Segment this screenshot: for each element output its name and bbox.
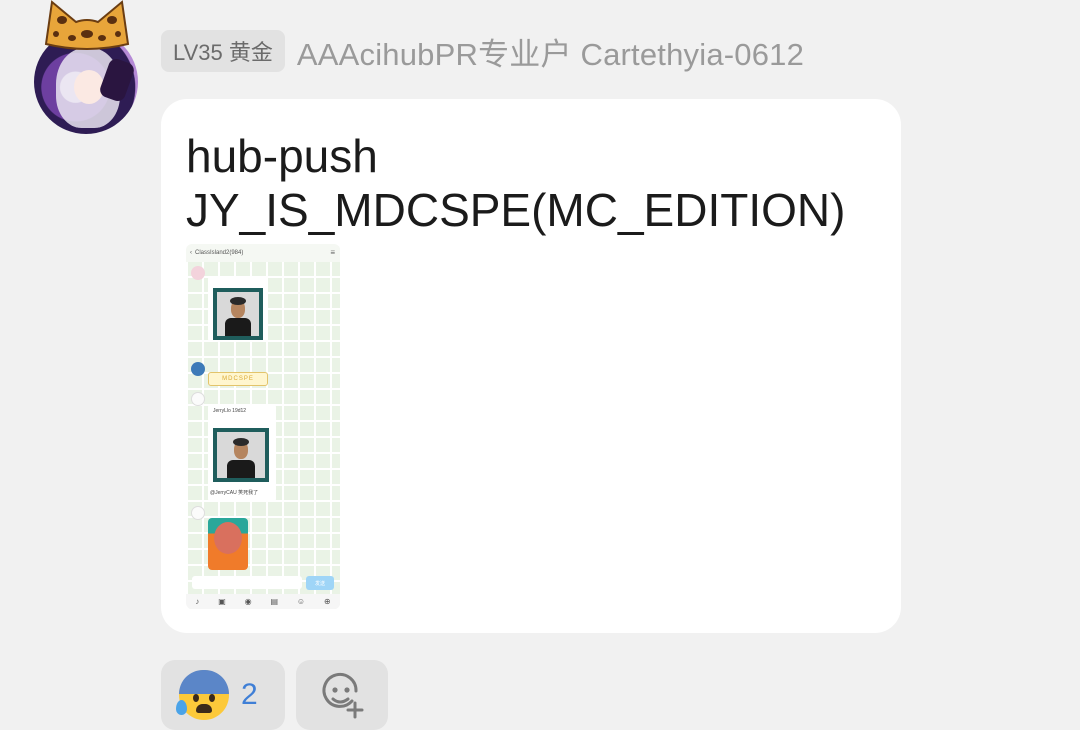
embedded-photo <box>208 518 248 570</box>
message-bubble[interactable]: hub-push JY_IS_MDCSPE(MC_EDITION) ‹ Clas… <box>161 99 901 633</box>
mic-icon: ♪ <box>195 597 200 606</box>
back-arrow-icon: ‹ <box>190 250 192 256</box>
reaction-count: 2 <box>241 678 258 711</box>
embedded-title-bar: ‹ ClassIsland2(984) <box>186 244 340 262</box>
embedded-chat-title: ClassIsland2(984) <box>195 250 244 256</box>
anxious-face-with-sweat-icon <box>176 670 229 720</box>
add-reaction-button[interactable] <box>296 660 388 730</box>
reply-text: @JerryCAU 笑死我了 <box>210 490 259 496</box>
mini-avatar <box>191 266 205 280</box>
sender-name[interactable]: AAAcihubPR专业户 Cartethyia-0612 <box>297 29 804 74</box>
mini-avatar <box>191 392 205 406</box>
chat-message: LV35 黄金 AAAcihubPR专业户 Cartethyia-0612 hu… <box>0 0 1080 730</box>
emoji-icon: ☺ <box>296 597 305 606</box>
embedded-card <box>208 276 268 342</box>
embedded-send-button: 发送 <box>306 576 334 590</box>
embedded-screenshot-image[interactable]: ‹ ClassIsland2(984) ≡ MDCSPE JerryLlo 19… <box>186 244 340 609</box>
leopard-cat-ears-icon <box>44 0 130 50</box>
file-icon: ▤ <box>270 597 278 606</box>
embedded-input <box>192 576 302 589</box>
camera-icon: ◉ <box>244 597 252 606</box>
embedded-toolbar: ♪ ▣ ◉ ▤ ☺ ⊕ <box>186 594 340 609</box>
forward-caption: JerryLlo 19d12 <box>213 408 247 414</box>
mdcspe-sticker: MDCSPE <box>208 372 268 386</box>
plus-icon: ⊕ <box>323 597 331 606</box>
reaction-anxious-face[interactable]: 2 <box>161 660 285 730</box>
sender-header: LV35 黄金 AAAcihubPR专业户 Cartethyia-0612 <box>161 30 804 72</box>
forwarded-card: JerryLlo 19d12 @JerryCAU 笑死我了 <box>208 404 276 502</box>
level-badge: LV35 黄金 <box>161 30 285 72</box>
avatar[interactable] <box>28 0 144 140</box>
mini-avatar <box>191 362 205 376</box>
message-text-line: hub-push <box>186 130 378 182</box>
message-text-line: JY_IS_MDCSPE(MC_EDITION) <box>186 184 846 236</box>
menu-icon: ≡ <box>330 248 335 257</box>
mini-avatar <box>191 506 205 520</box>
image-icon: ▣ <box>218 597 226 606</box>
add-reaction-icon <box>322 672 364 719</box>
